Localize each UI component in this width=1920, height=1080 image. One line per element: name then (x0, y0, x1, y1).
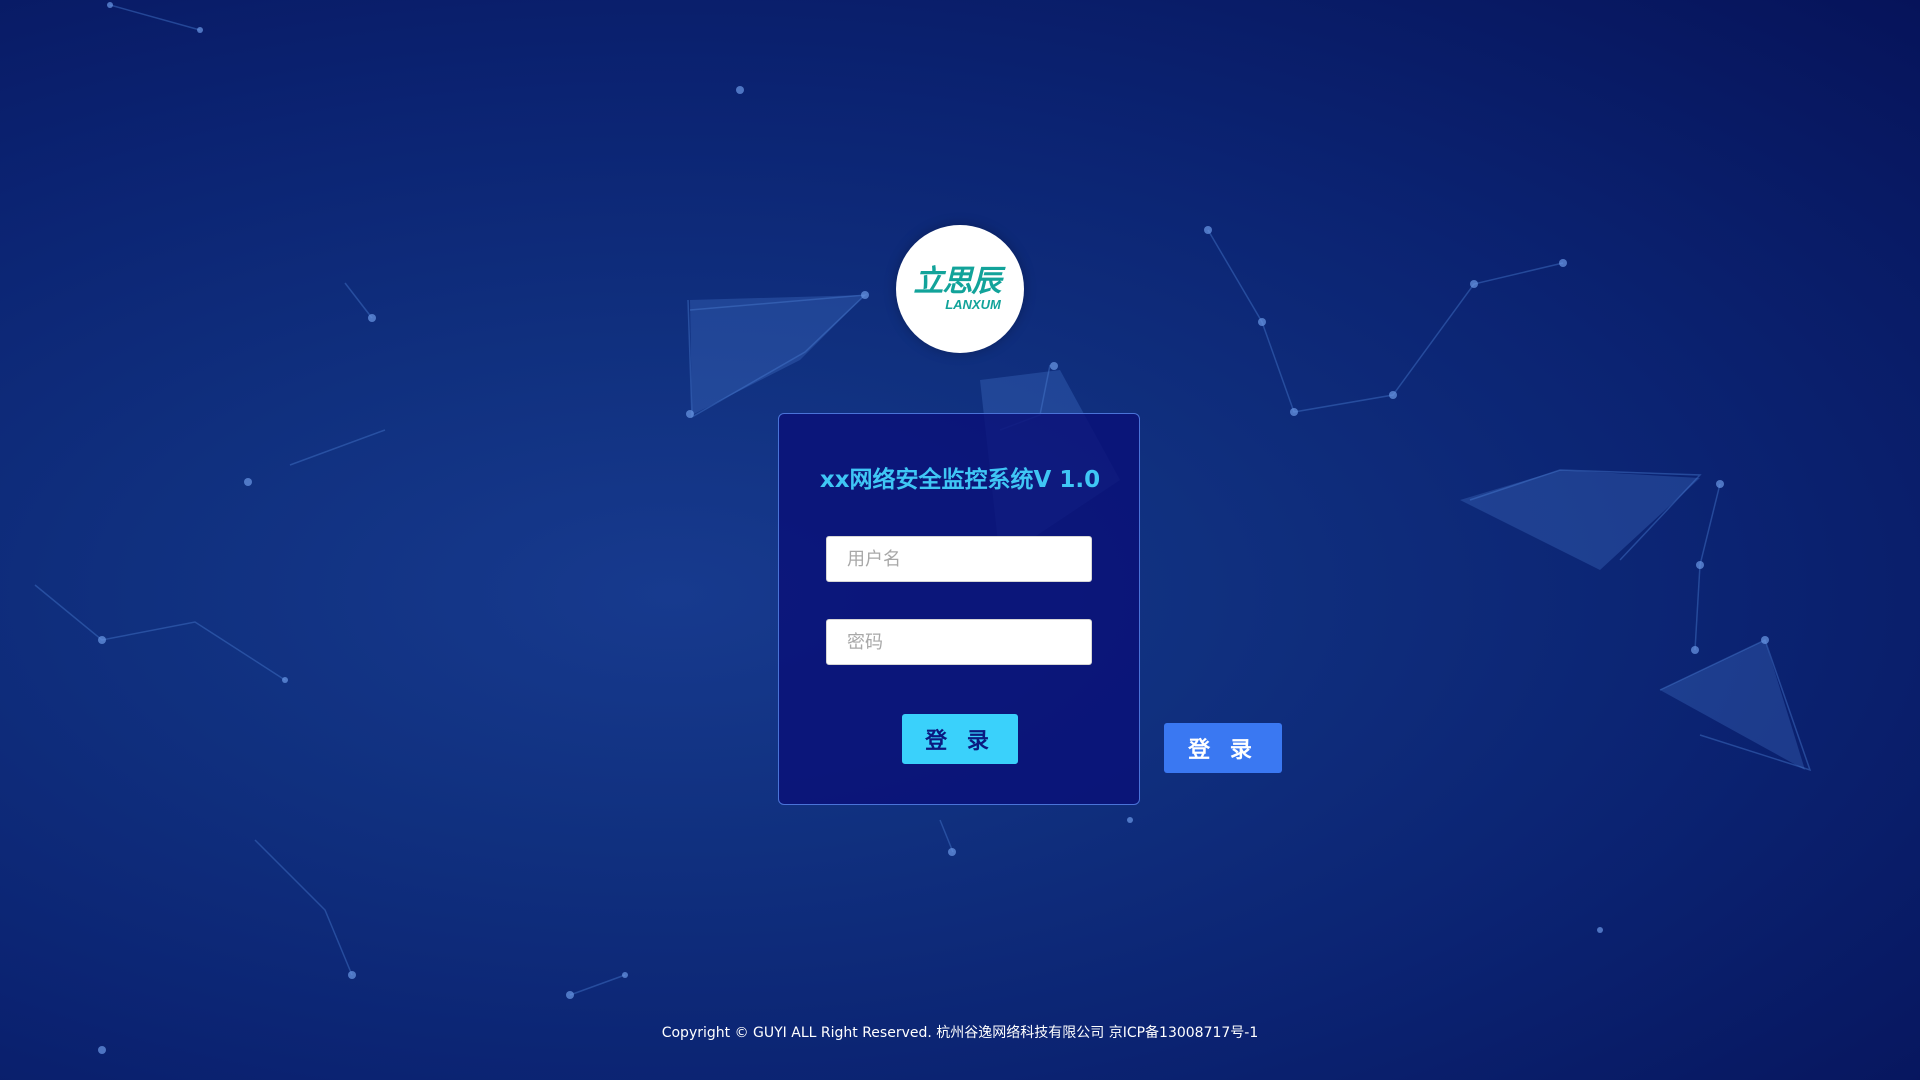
footer-copyright: Copyright © GUYI ALL Right Reserved. 杭州谷… (661, 1025, 1259, 1041)
logo-chinese-text: 立思辰 (913, 264, 1002, 299)
username-input[interactable] (826, 536, 1092, 582)
system-title: xx网络安全监控系统V 1.0 (819, 467, 1101, 493)
company-logo: 立思辰 LANXUM (896, 225, 1024, 353)
secondary-login-button[interactable]: 登 录 (1164, 723, 1282, 773)
password-input[interactable] (826, 619, 1092, 665)
login-button[interactable]: 登 录 (902, 714, 1018, 764)
logo-english-text: LANXUM (945, 297, 1001, 312)
